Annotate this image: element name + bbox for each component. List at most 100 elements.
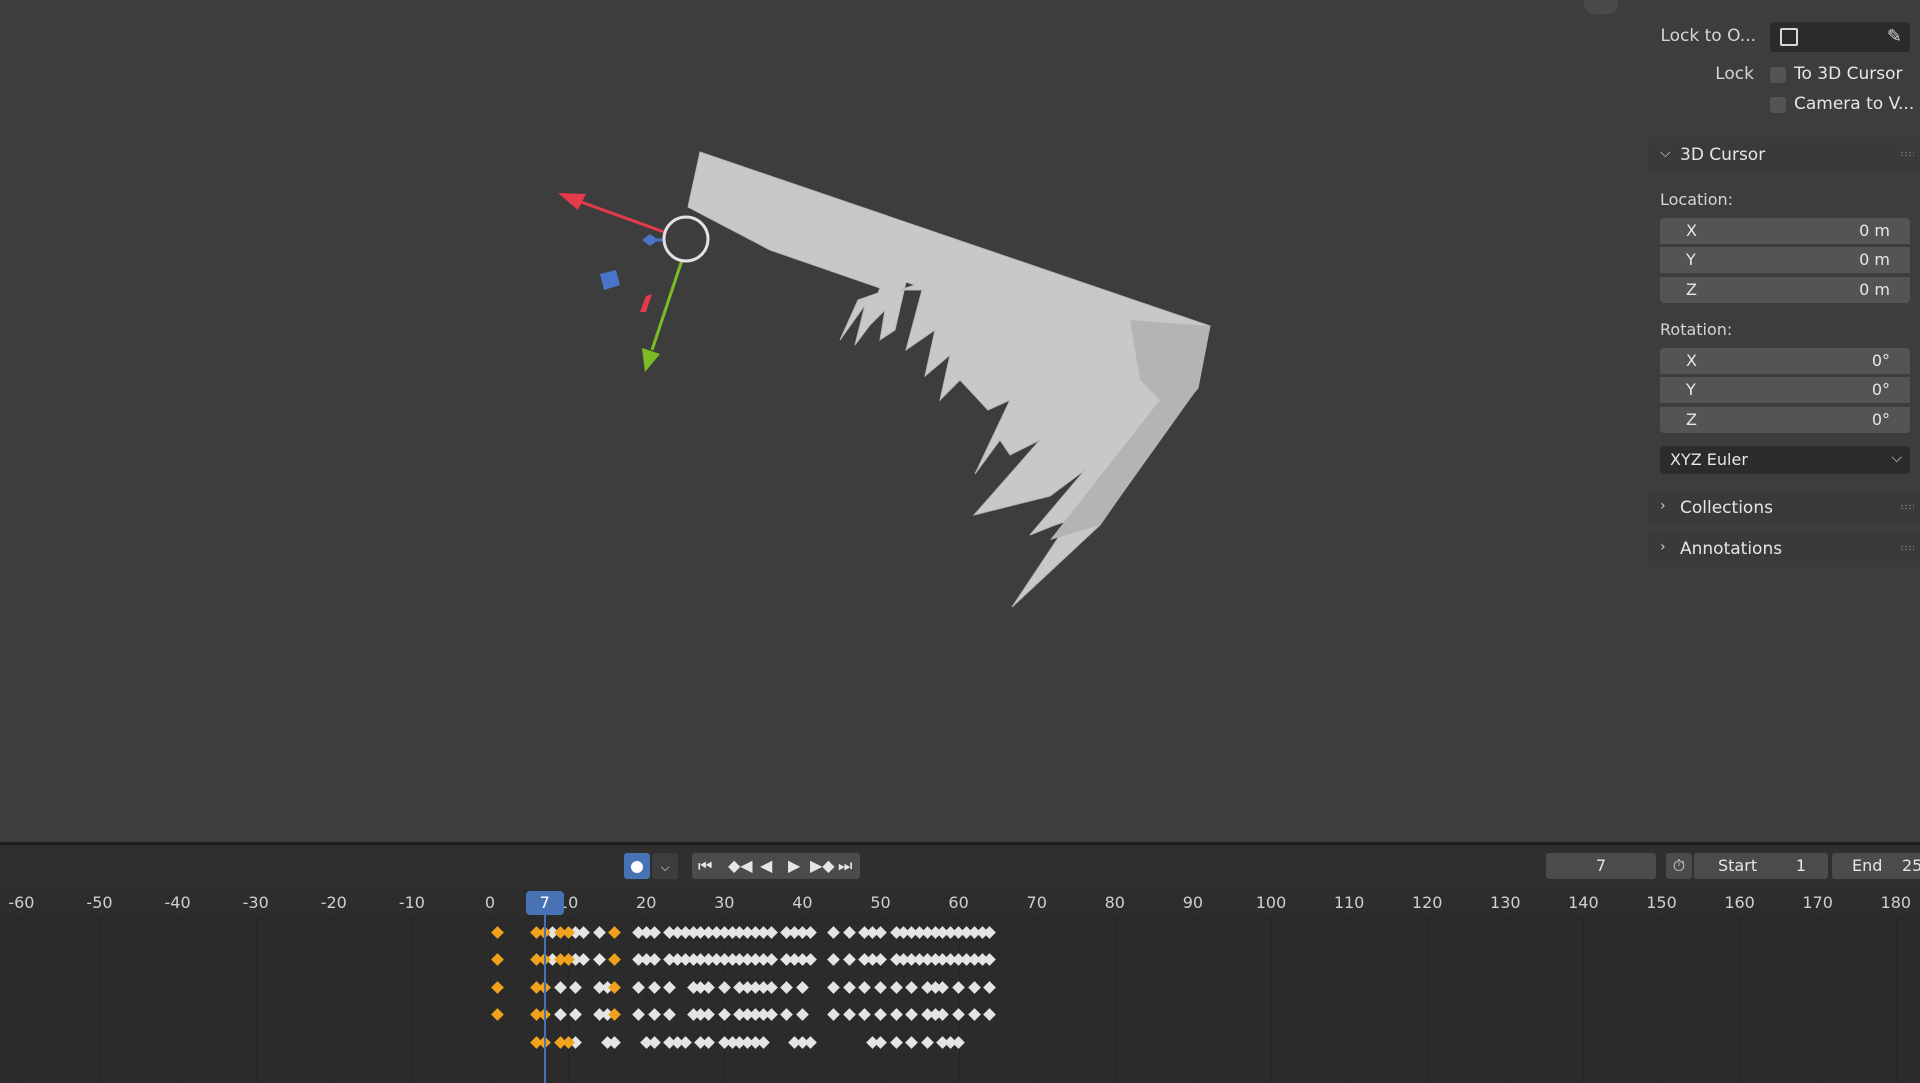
camera-to-view-checkbox[interactable] [1770, 97, 1786, 113]
start-frame-field[interactable]: Start 1 [1694, 853, 1828, 879]
keyframe[interactable] [764, 925, 778, 939]
jump-to-end-icon[interactable]: ⏭ [838, 853, 852, 879]
playhead-frame-badge[interactable]: 7 [525, 891, 564, 915]
gizmo-x-arrowhead[interactable] [558, 193, 586, 210]
keyframe[interactable] [827, 953, 840, 966]
keyframe[interactable] [764, 953, 778, 966]
keyframe[interactable] [647, 1035, 661, 1049]
keyframe[interactable] [983, 925, 997, 939]
keyframe[interactable] [889, 1008, 903, 1021]
keyframe[interactable] [553, 980, 567, 994]
rotation-z-field[interactable]: Z 0° [1660, 407, 1910, 433]
gizmo-x-axis[interactable] [569, 196, 665, 234]
stopwatch-icon[interactable]: ⏱ [1666, 853, 1692, 879]
next-keyframe-icon[interactable]: ▶◆ [810, 853, 835, 879]
to-3d-cursor-checkbox[interactable] [1770, 67, 1786, 83]
keyframe[interactable] [827, 980, 840, 994]
keyframe[interactable] [905, 980, 919, 994]
keyframe[interactable] [983, 1008, 997, 1021]
keyframe[interactable] [663, 980, 676, 994]
keyframe[interactable] [952, 1035, 965, 1049]
keyframe[interactable] [702, 1008, 716, 1021]
gizmo-plane-handle-red[interactable] [640, 294, 652, 312]
keyframe[interactable] [967, 980, 981, 994]
keyframe[interactable] [803, 953, 817, 966]
keyframe[interactable] [858, 980, 872, 994]
keyframe[interactable] [780, 980, 794, 994]
keyframe[interactable] [764, 1008, 778, 1021]
location-y-field[interactable]: Y 0 m [1660, 247, 1910, 273]
keyframe[interactable] [780, 1008, 794, 1021]
keyframe[interactable] [702, 980, 716, 994]
gizmo-y-axis[interactable] [650, 259, 684, 351]
keyframe[interactable] [827, 925, 840, 939]
gizmo-z-handle[interactable] [642, 234, 658, 246]
end-frame-field[interactable]: End 25 [1832, 853, 1920, 879]
keyframe[interactable] [905, 1008, 919, 1021]
keyframe[interactable] [803, 925, 817, 939]
section-annotations-header[interactable]: › Annotations [1648, 531, 1920, 567]
eyedropper-icon[interactable]: ✎ [1887, 26, 1902, 47]
keyframe[interactable] [796, 980, 809, 994]
gizmo-center-circle[interactable] [662, 215, 710, 263]
keyframe-selected[interactable] [608, 953, 622, 966]
play-icon[interactable]: ▶ [788, 853, 800, 879]
keyframe[interactable] [874, 1035, 887, 1049]
keyframe[interactable] [827, 1008, 840, 1021]
keyframe[interactable] [717, 980, 731, 994]
grid-toggle-icon[interactable] [1584, 0, 1618, 14]
keyframe-selected[interactable] [608, 1008, 622, 1021]
3d-viewport[interactable] [0, 0, 1920, 842]
lock-to-object-field[interactable]: ✎ [1770, 22, 1910, 52]
gizmo-plane-handle-blue[interactable] [600, 270, 620, 290]
keyframe[interactable] [967, 1008, 981, 1021]
keyframe-selected[interactable] [608, 980, 622, 994]
keyframe[interactable] [952, 1008, 965, 1021]
keyframe[interactable] [577, 925, 591, 939]
keyframe[interactable] [608, 1035, 622, 1049]
keyframe[interactable] [647, 980, 661, 994]
keyframe[interactable] [717, 1008, 731, 1021]
mesh-object[interactable] [687, 151, 1211, 608]
section-collections-header[interactable]: › Collections [1648, 490, 1920, 526]
keyframe[interactable] [936, 1008, 950, 1021]
dopesheet-area[interactable] [0, 915, 1920, 1083]
keyframe[interactable] [874, 980, 887, 994]
timeline-editor[interactable]: ⌵ ⏮ ◆◀ ◀ ▶ ▶◆ ⏭ 7 ⏱ Start 1 End 25 -60 -5… [0, 842, 1920, 1083]
keyframe[interactable] [874, 925, 887, 939]
keyframe[interactable] [796, 1008, 809, 1021]
keyframe[interactable] [647, 953, 661, 966]
keyframe[interactable] [569, 980, 583, 994]
keyframe[interactable] [889, 980, 903, 994]
keyframe-selected[interactable] [491, 1008, 505, 1021]
keyframe[interactable] [858, 1008, 872, 1021]
keyframe[interactable] [889, 1035, 903, 1049]
drag-grip-icon[interactable] [1900, 504, 1914, 510]
rotation-mode-dropdown[interactable]: XYZ Euler ⌵ [1660, 446, 1910, 474]
keyframe[interactable] [842, 925, 856, 939]
keyframe[interactable] [553, 1008, 567, 1021]
keyframe[interactable] [756, 1035, 770, 1049]
drag-grip-icon[interactable] [1900, 151, 1914, 157]
keyframe[interactable] [632, 1008, 645, 1021]
jump-to-start-icon[interactable]: ⏮ [698, 853, 712, 879]
keyframe[interactable] [569, 1008, 583, 1021]
section-3d-cursor-header[interactable]: ⌵ 3D Cursor [1648, 137, 1920, 173]
keying-options-dropdown[interactable]: ⌵ [652, 853, 678, 879]
keyframe-selected[interactable] [491, 980, 505, 994]
drag-grip-icon[interactable] [1900, 545, 1914, 551]
location-x-field[interactable]: X 0 m [1660, 218, 1910, 244]
keyframe[interactable] [632, 980, 645, 994]
keyframe-selected[interactable] [491, 925, 505, 939]
location-z-field[interactable]: Z 0 m [1660, 277, 1910, 303]
keyframe[interactable] [647, 1008, 661, 1021]
rotation-y-field[interactable]: Y 0° [1660, 377, 1910, 403]
keyframe[interactable] [592, 925, 606, 939]
gizmo-y-arrowhead[interactable] [642, 348, 660, 372]
keyframe[interactable] [983, 980, 997, 994]
frame-ruler[interactable]: -60 -50 -40 -30 -20 -10 0 10 20 30 40 50 60 70 80 90 100… [0, 885, 1920, 915]
keyframe[interactable] [577, 953, 591, 966]
keyframe[interactable] [874, 1008, 887, 1021]
keyframe[interactable] [842, 1008, 856, 1021]
keyframe[interactable] [874, 953, 887, 966]
